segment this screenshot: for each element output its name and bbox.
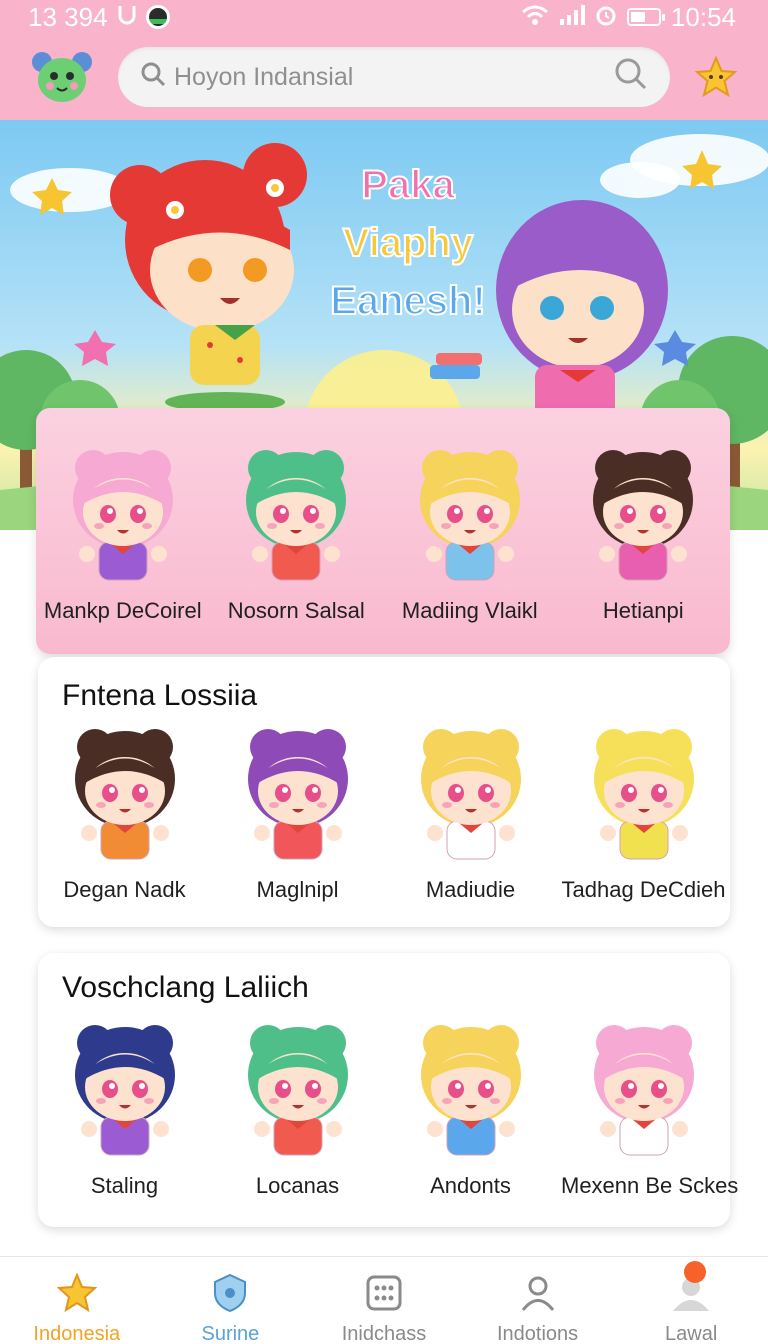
character-name: Hetianpi [602,598,684,623]
character-avatar [593,729,694,860]
mascot-logo-icon[interactable] [30,48,94,106]
hero-title: Paka Viaphy Eanesh! [318,156,498,330]
section-row: Staling Locanas Andonts Mexenn Be Sckes [38,1017,739,1199]
character-name: Maglnipl [256,877,339,902]
character-avatar [419,450,520,581]
hero-title-line2: Viaphy [342,220,474,266]
star-icon [56,1272,98,1319]
status-left-text: 13 394 [28,1,108,32]
character-card[interactable]: Staling [42,1017,207,1199]
section-title: Voschclang Laliich [62,971,309,1004]
character-name: Tadhag DeCdieh [561,877,726,902]
character-name: Staling [90,1173,159,1198]
featured-row: Mankp DeCoirel Nosorn Salsal Madiing Vla… [36,442,730,624]
character-name: Madiudie [425,877,516,902]
section-card-1: Fntena Lossiia Degan Nadk Maglnipl Madiu… [38,657,730,927]
grid-icon [364,1273,404,1319]
wifi-icon [521,2,549,33]
character-card[interactable]: Madiing Vlaikl [387,442,552,624]
character-name: Mexenn Be Sckes [561,1173,739,1198]
character-name: Andonts [430,1173,511,1198]
character-avatar [593,450,694,581]
character-name: Nosorn Salsal [227,598,365,623]
search-placeholder: Hoyon Indansial [174,62,354,91]
character-avatar [74,729,175,860]
section-row: Degan Nadk Maglnipl Madiudie Tadhag DeCd… [38,721,730,903]
status-right: 10:54 [521,2,736,33]
character-name: Madiing Vlaikl [401,598,538,623]
character-card[interactable]: Nosorn Salsal [214,442,379,624]
character-card[interactable]: Hetianpi [561,442,726,624]
character-name: Degan Nadk [63,877,186,902]
nav-label: Indotions [496,1323,579,1344]
section-title: Fntena Lossiia [62,679,258,712]
character-avatar [247,729,348,860]
hero-title-line3: Eanesh! [329,278,487,324]
nav-item-indotions[interactable]: Indotions [461,1257,615,1344]
featured-panel: Mankp DeCoirel Nosorn Salsal Madiing Vla… [36,408,730,654]
character-card[interactable]: Andonts [388,1017,553,1199]
nav-item-indonesia[interactable]: Indonesia [0,1257,154,1344]
battery-icon [626,8,665,26]
character-avatar [246,450,347,581]
alarm-icon [595,2,617,33]
nav-item-surine[interactable]: Surine [154,1257,308,1344]
character-name: Locanas [255,1173,340,1198]
character-card[interactable]: Mexenn Be Sckes [561,1017,739,1199]
character-card[interactable]: Madiudie [388,721,553,903]
shield-status-icon [118,2,136,33]
nav-item-inidchass[interactable]: Inidchass [307,1257,461,1344]
shield-icon [210,1273,250,1319]
status-left: 13 394 [28,2,170,33]
user-icon [518,1273,558,1319]
nav-label: Inidchass [341,1323,427,1344]
character-avatar [247,1025,348,1156]
search-icon [140,61,166,94]
character-name: Mankp DeCoirel [43,598,202,623]
nav-label: Indonesia [33,1323,121,1344]
status-bar: 13 394 10:54 [0,0,768,34]
signal-icon [559,2,585,33]
notification-dot-icon [145,5,170,29]
character-card[interactable]: Mankp DeCoirel [40,442,205,624]
character-avatar [593,1025,694,1156]
notification-badge [683,1261,706,1283]
nav-item-lawal[interactable]: Lawal [614,1257,768,1344]
character-avatar [74,1025,175,1156]
character-avatar [72,450,173,581]
character-card[interactable]: Locanas [215,1017,380,1199]
bottom-nav: Indonesia Surine Inidchass Indotions Law… [0,1256,768,1344]
search-submit-icon[interactable] [614,57,648,98]
character-card[interactable]: Maglnipl [215,721,380,903]
nav-label: Surine [201,1323,260,1344]
search-input[interactable]: Hoyon Indansial [118,47,670,107]
hero-title-line1: Paka [360,162,455,208]
status-time: 10:54 [670,1,736,32]
character-avatar [420,1025,521,1156]
character-card[interactable]: Degan Nadk [42,721,207,903]
nav-label: Lawal [665,1323,718,1344]
character-avatar [420,729,521,860]
app-bar: Hoyon Indansial [0,34,768,120]
character-card[interactable]: Tadhag DeCdieh [561,721,726,903]
favorites-star-icon[interactable] [694,55,738,99]
section-card-2: Voschclang Laliich Staling Locanas Andon… [38,953,739,1227]
